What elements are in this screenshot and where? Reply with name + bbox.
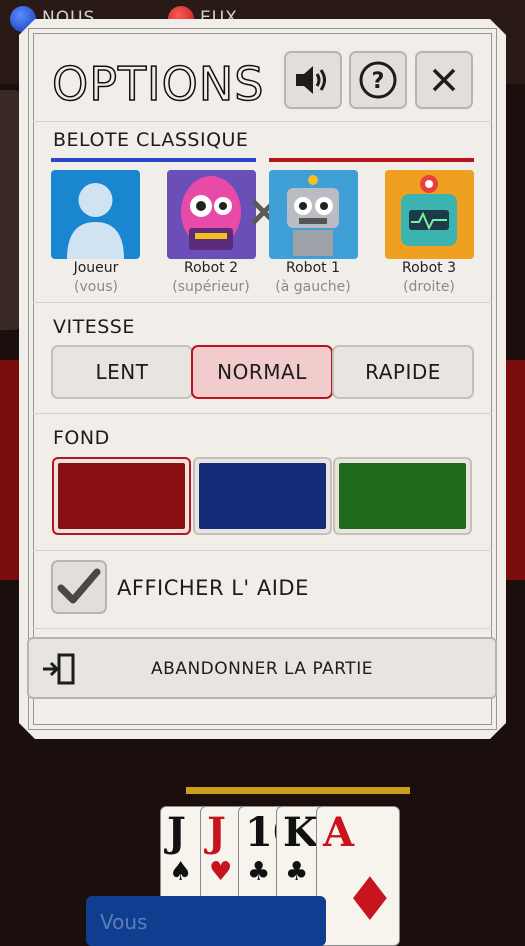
left-opponent-panel: [0, 360, 22, 580]
team-us-underline: [51, 158, 256, 162]
player-name: Joueur: [73, 260, 119, 276]
user-silhouette-icon: [51, 170, 140, 259]
bid-indicator: [186, 787, 410, 794]
robot-1-avatar: [269, 170, 358, 259]
left-strip: [0, 90, 20, 330]
card-rank: J: [207, 809, 226, 856]
background-label: FOND: [53, 427, 110, 449]
speed-fast-button[interactable]: RAPIDE: [332, 345, 474, 399]
close-button[interactable]: [415, 51, 473, 109]
divider: [33, 628, 492, 629]
options-dialog: OPTIONS ? BELOTE CLASSIQUE Joueur (vous)…: [19, 19, 506, 739]
abandon-game-button[interactable]: ABANDONNER LA PARTIE: [27, 637, 497, 699]
right-opponent-panel: [503, 360, 525, 580]
player-avatar: [51, 170, 140, 259]
abandon-game-label: ABANDONNER LA PARTIE: [151, 659, 373, 679]
speed-label: VITESSE: [53, 316, 135, 338]
robot-2-avatar: [167, 170, 256, 259]
robot-teal-icon: [385, 170, 474, 259]
speaker-icon: [293, 62, 333, 98]
card-suit: ♠: [169, 857, 193, 887]
dialog-title: OPTIONS: [52, 57, 265, 111]
show-help-checkbox[interactable]: [51, 560, 107, 614]
player-name: Robot 1: [286, 260, 340, 276]
card-suit: ♣: [247, 857, 271, 887]
robot-pink-icon: [167, 170, 256, 259]
background-green-swatch[interactable]: [333, 457, 472, 535]
card-rank: A: [323, 809, 355, 856]
sound-button[interactable]: [284, 51, 342, 109]
player-position: (supérieur): [172, 279, 250, 295]
player-name: Robot 3: [402, 260, 456, 276]
checkmark-icon: [53, 562, 105, 612]
svg-text:?: ?: [372, 69, 385, 94]
speed-slow-button[interactable]: LENT: [51, 345, 193, 399]
game-mode-label: BELOTE CLASSIQUE: [53, 129, 249, 151]
player-position: (vous): [74, 279, 118, 295]
card[interactable]: A ♦: [316, 806, 400, 946]
player-position: (à gauche): [275, 279, 351, 295]
help-button[interactable]: ?: [349, 51, 407, 109]
divider: [33, 121, 492, 122]
swatch-fill: [58, 463, 185, 529]
player-name: Robot 2: [184, 260, 238, 276]
swatch-fill: [199, 463, 326, 529]
close-icon: [429, 65, 459, 95]
divider: [33, 413, 492, 414]
divider: [33, 302, 492, 303]
background-red-swatch[interactable]: [52, 457, 191, 535]
card-suit: ♥: [209, 857, 233, 887]
show-help-label: AFFICHER L' AIDE: [117, 576, 309, 600]
robot-3-avatar: [385, 170, 474, 259]
robot-gray-icon: [269, 170, 358, 259]
speed-normal-button[interactable]: NORMAL: [191, 345, 333, 399]
card-rank: K: [283, 809, 318, 856]
question-icon: ?: [358, 60, 398, 100]
card-suit: ♣: [285, 857, 309, 887]
background-blue-swatch[interactable]: [193, 457, 332, 535]
divider: [33, 550, 492, 551]
card-rank: J: [167, 809, 186, 856]
team-them-underline: [269, 158, 474, 162]
you-label: Vous: [86, 896, 326, 946]
swatch-fill: [339, 463, 466, 529]
player-position: (droite): [403, 279, 455, 295]
card-suit: ♦: [343, 865, 397, 935]
